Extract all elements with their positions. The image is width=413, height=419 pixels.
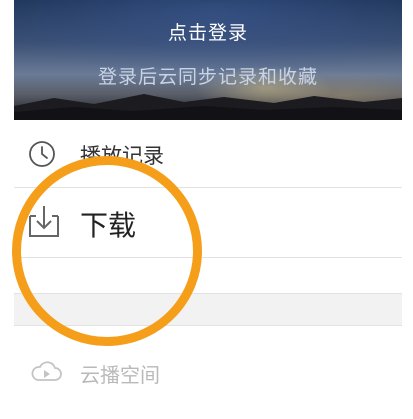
highlight-circle xyxy=(12,156,202,346)
mountain-silhouette-icon xyxy=(14,94,402,120)
clock-icon xyxy=(29,141,55,167)
profile-header-banner: 点击登录 登录后云同步记录和收藏 xyxy=(14,0,402,120)
login-button[interactable]: 点击登录 xyxy=(14,18,402,45)
login-subtitle: 登录后云同步记录和收藏 xyxy=(97,66,318,88)
menu-item-label: 云播空间 xyxy=(80,363,160,387)
cloud-play-icon xyxy=(31,361,62,381)
